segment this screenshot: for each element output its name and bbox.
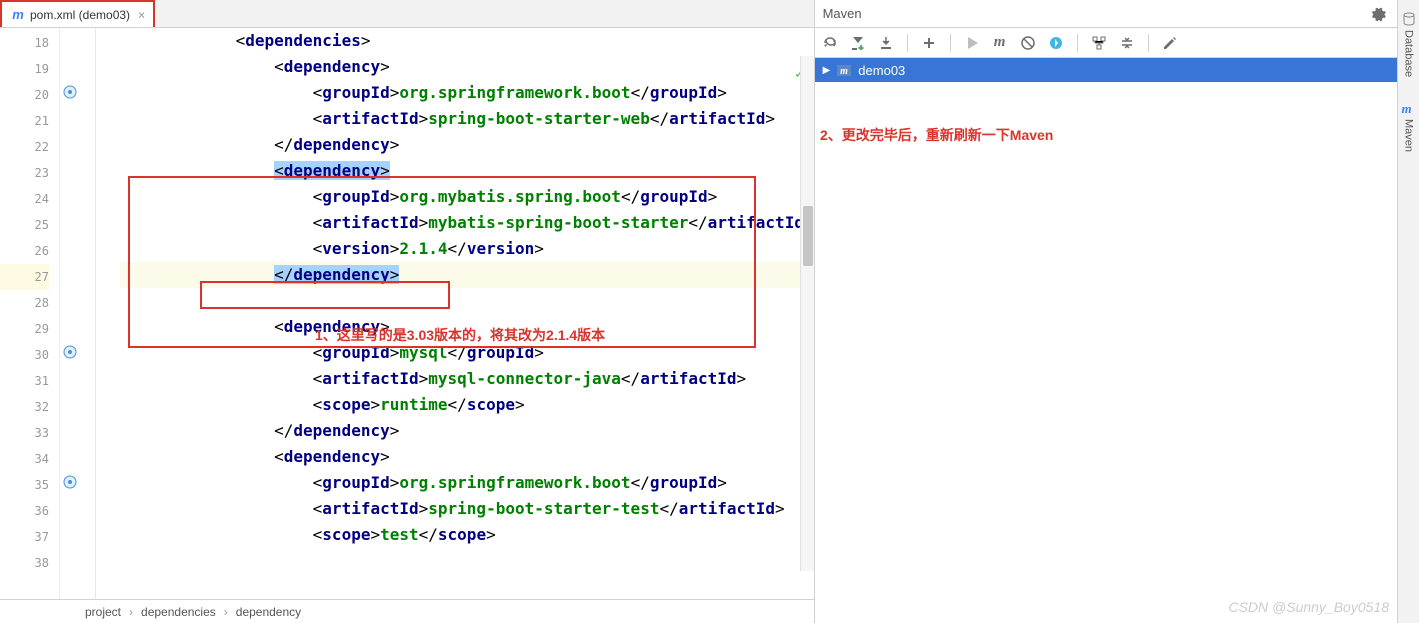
svg-text:m: m (840, 66, 848, 77)
breadcrumb[interactable]: project › dependencies › dependency (0, 599, 814, 623)
tab-bar: m pom.xml (demo03) × (0, 0, 814, 28)
maven-module-icon: m (836, 62, 852, 78)
maven-panel: Maven m ▶ m d (815, 0, 1419, 623)
show-dependencies-icon[interactable] (1090, 34, 1108, 52)
separator (950, 34, 951, 52)
breadcrumb-item[interactable]: dependencies (141, 605, 216, 619)
execute-goal-icon[interactable]: m (991, 34, 1009, 52)
vertical-scrollbar[interactable] (800, 56, 814, 571)
chevron-right-icon: › (224, 605, 228, 619)
download-sources-icon[interactable] (877, 34, 895, 52)
maven-icon: m (1402, 101, 1416, 115)
scrollbar-thumb[interactable] (803, 206, 813, 266)
spring-bean-icon[interactable] (62, 84, 78, 100)
separator (1148, 34, 1149, 52)
code-content[interactable]: <dependencies> <dependency> <groupId>org… (96, 28, 814, 599)
chevron-right-icon[interactable]: ▶ (823, 65, 831, 76)
separator (1077, 34, 1078, 52)
tab-label: pom.xml (demo03) (30, 8, 130, 22)
gear-icon[interactable] (1371, 6, 1387, 22)
database-icon (1402, 12, 1416, 26)
generate-sources-icon[interactable] (849, 34, 867, 52)
breadcrumb-item[interactable]: dependency (236, 605, 301, 619)
fold-column[interactable] (84, 28, 96, 599)
editor-tab[interactable]: m pom.xml (demo03) × (0, 0, 155, 27)
toggle-offline-icon[interactable] (1047, 34, 1065, 52)
line-number-gutter: 1819202122232425262728293031323334353637… (0, 28, 60, 599)
editor-panel: m pom.xml (demo03) × 1819202122232425262… (0, 0, 815, 623)
maven-tool-tab[interactable]: m Maven (1400, 93, 1418, 160)
maven-file-icon: m (10, 7, 26, 23)
tree-node-label: demo03 (858, 63, 905, 78)
watermark: CSDN @Sunny_Boy0518 (1228, 599, 1389, 615)
breadcrumb-item[interactable]: project (85, 605, 121, 619)
separator (907, 34, 908, 52)
settings-icon[interactable] (1161, 34, 1179, 52)
panel-title: Maven (823, 6, 862, 21)
add-icon[interactable] (920, 34, 938, 52)
database-tool-tab[interactable]: Database (1400, 4, 1418, 85)
right-tool-tabs: Database m Maven (1397, 0, 1419, 623)
collapse-all-icon[interactable] (1118, 34, 1136, 52)
close-icon[interactable]: × (138, 8, 145, 22)
annotation-text: 1、这里写的是3.03版本的，将其改为2.1.4版本 (315, 325, 605, 345)
reload-icon[interactable] (821, 34, 839, 52)
toggle-skip-tests-icon[interactable] (1019, 34, 1037, 52)
gutter-icon-column (60, 28, 84, 599)
spring-bean-icon[interactable] (62, 474, 78, 490)
spring-bean-icon[interactable] (62, 344, 78, 360)
run-icon[interactable] (963, 34, 981, 52)
maven-project-node[interactable]: ▶ m demo03 (815, 58, 1419, 82)
chevron-right-icon: › (129, 605, 133, 619)
maven-toolbar: m (815, 28, 1419, 58)
annotation-text: 2、更改完毕后，重新刷新一下Maven (820, 125, 1053, 145)
code-area[interactable]: 1819202122232425262728293031323334353637… (0, 28, 814, 599)
maven-header: Maven (815, 0, 1419, 28)
